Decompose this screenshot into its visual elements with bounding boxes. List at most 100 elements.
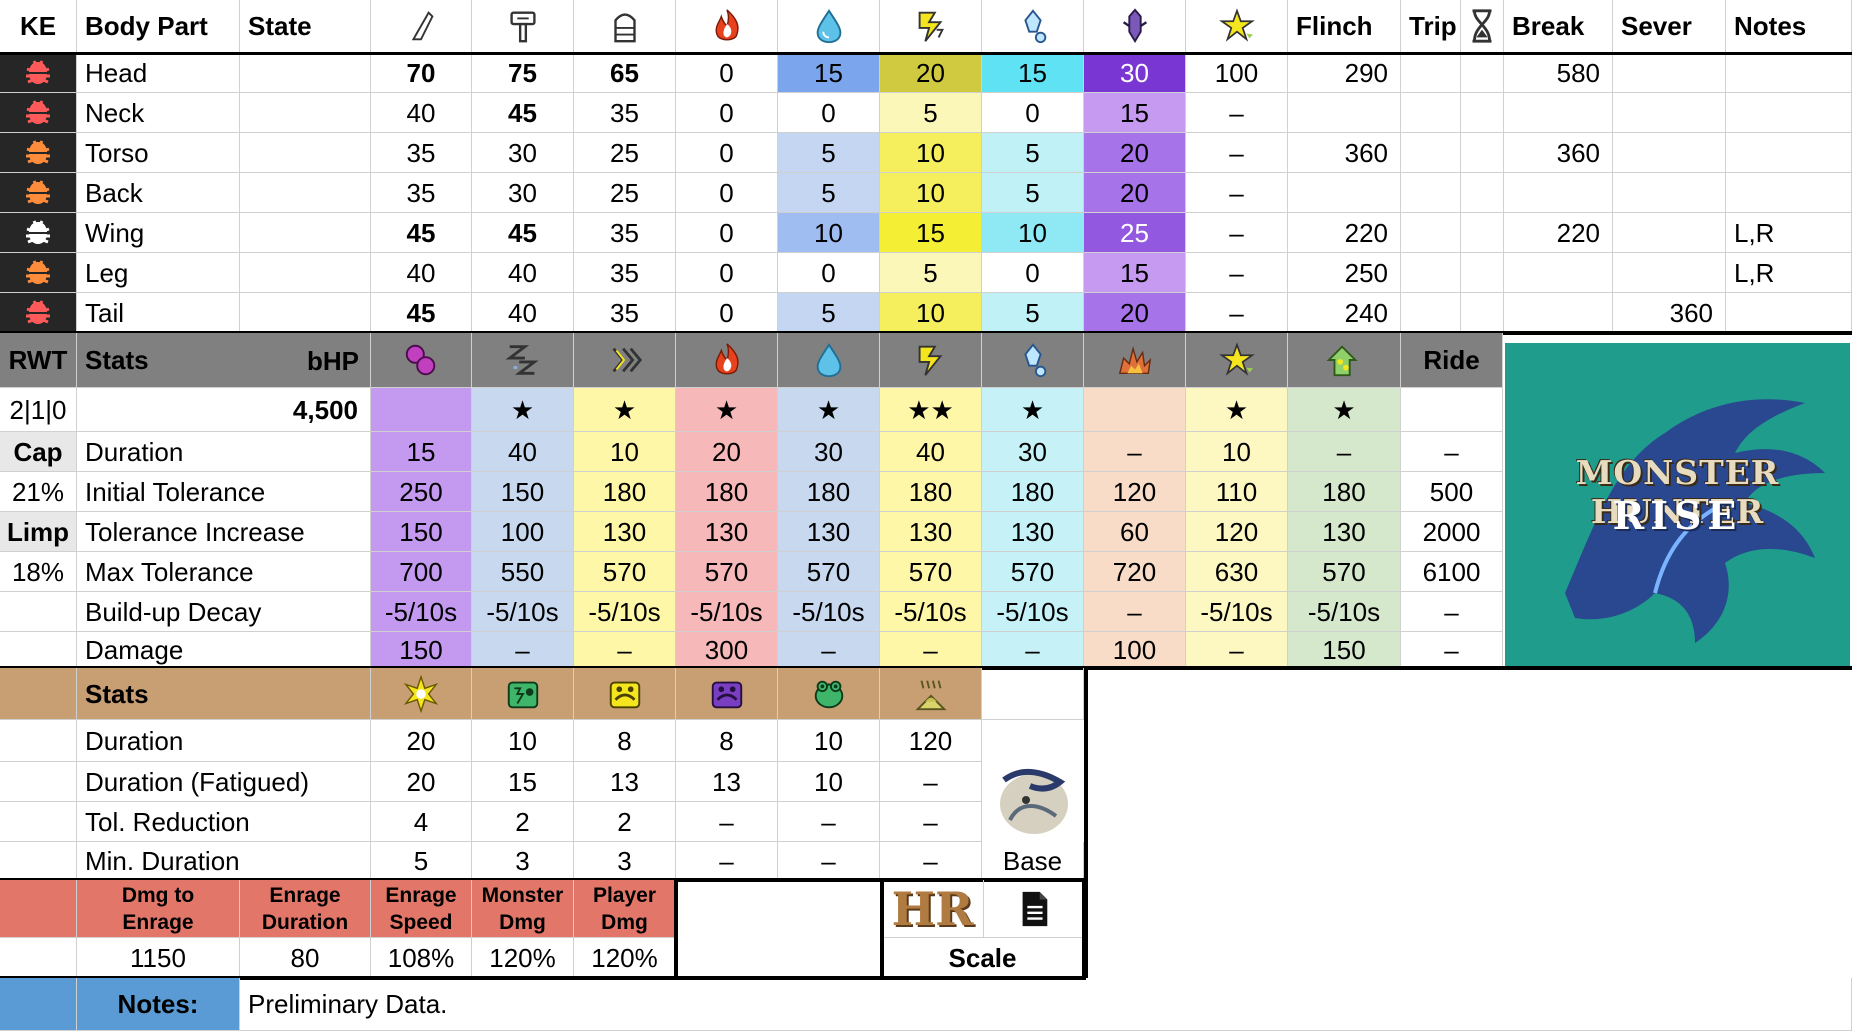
- enrage-value: 120%: [574, 938, 676, 978]
- ailment-value: 130: [880, 512, 982, 552]
- blank-area: [1087, 670, 1852, 978]
- hr-label-cell: HR: [882, 880, 984, 938]
- rwt-value: 2|1|0: [0, 388, 77, 432]
- ailment-value: –: [1186, 632, 1288, 668]
- item-value: –: [778, 842, 880, 880]
- ice-blight-icon: [1023, 343, 1046, 378]
- rwt-value: [0, 592, 77, 632]
- enrage-header-line: Dmg: [601, 910, 648, 934]
- divider: [1082, 880, 1086, 978]
- ailment-value: 180: [982, 472, 1084, 512]
- fire-blight-icon-cell: [676, 333, 778, 388]
- notes-value: [1726, 293, 1852, 333]
- stun-value: –: [1186, 293, 1288, 333]
- trip-value: [1401, 253, 1461, 293]
- blunt-value: 40: [472, 253, 574, 293]
- enrage-header-line: Player: [592, 883, 657, 907]
- water-value: 5: [778, 173, 880, 213]
- water-icon: [816, 9, 841, 44]
- body-part: Back: [77, 173, 240, 213]
- star-rating: [1401, 388, 1503, 432]
- blunt-value: 45: [472, 213, 574, 253]
- water-value: 5: [778, 133, 880, 173]
- shock-trap-icon-cell: [472, 668, 574, 720]
- body-part: Leg: [77, 253, 240, 293]
- flinch-value: 290: [1288, 53, 1401, 93]
- stun-icon-cell: [1186, 333, 1288, 388]
- item-value: 2: [472, 802, 574, 842]
- star-rating: ★: [1186, 388, 1288, 432]
- header-flinch: Flinch: [1288, 0, 1401, 53]
- trip-value: [1401, 53, 1461, 93]
- bhp-value: 4,500: [77, 388, 371, 432]
- ke-cell: [0, 173, 77, 213]
- rwt-value: Cap: [0, 432, 77, 472]
- fire-value: 0: [676, 213, 778, 253]
- hourglass-value: [1461, 133, 1504, 173]
- item-stat-label: Tol. Reduction: [77, 802, 371, 842]
- enrage-header-line: Dmg: [499, 910, 546, 934]
- dragon-value: 15: [1084, 253, 1186, 293]
- enrage-header-line: Duration: [261, 910, 349, 934]
- break-value: 360: [1504, 133, 1613, 173]
- ailment-value: -5/10s: [472, 592, 574, 632]
- stun-icon-cell: [1186, 0, 1288, 53]
- trip-value: [1401, 173, 1461, 213]
- item-value: 3: [574, 842, 676, 880]
- ailment-value: 130: [574, 512, 676, 552]
- state-cell: [240, 213, 371, 253]
- exhaust-icon: [1326, 345, 1358, 377]
- sever-value: [1613, 253, 1726, 293]
- water-value: 0: [778, 93, 880, 133]
- items-stats-header: Stats: [77, 668, 371, 720]
- break-value: [1504, 253, 1613, 293]
- notes-corner: [0, 978, 77, 1031]
- header-part: Body Part: [77, 0, 240, 53]
- sever-value: [1613, 93, 1726, 133]
- stun-value: –: [1186, 253, 1288, 293]
- item-stat-label: Duration: [77, 720, 371, 762]
- bug-icon: [26, 179, 50, 204]
- fire-value: 0: [676, 173, 778, 213]
- ailment-value: –: [982, 632, 1084, 668]
- blunt-value: 75: [472, 53, 574, 93]
- ailment-value: 130: [778, 512, 880, 552]
- item-value: –: [880, 802, 982, 842]
- stat-label: Build-up Decay: [77, 592, 371, 632]
- stun-value: –: [1186, 213, 1288, 253]
- flinch-value: 250: [1288, 253, 1401, 293]
- divider: [0, 51, 1852, 55]
- item-value: 20: [371, 720, 472, 762]
- monster-thumbnail: [990, 760, 1076, 840]
- enrage-blank: [676, 880, 882, 978]
- enrage-header: Dmg to Enrage: [77, 880, 240, 938]
- cut-value: 40: [371, 93, 472, 133]
- hourglass-value: [1461, 173, 1504, 213]
- divider: [880, 880, 884, 978]
- blunt-value: 45: [472, 93, 574, 133]
- trip-value: [1401, 213, 1461, 253]
- enrage-value: 1150: [77, 938, 240, 978]
- ailment-value: –: [574, 632, 676, 668]
- ke-cell: [0, 293, 77, 333]
- sever-value: [1613, 213, 1726, 253]
- cut-value: 70: [371, 53, 472, 93]
- hourglass-value: [1461, 253, 1504, 293]
- ailment-value: -5/10s: [1288, 592, 1401, 632]
- ailment-value: 500: [1401, 472, 1503, 512]
- state-cell: [240, 293, 371, 333]
- stun-value: –: [1186, 93, 1288, 133]
- enrage-header-line: Enrage: [122, 910, 194, 934]
- rwt-value: 18%: [0, 552, 77, 592]
- items-blank: [982, 668, 1084, 720]
- dragon-value: 20: [1084, 293, 1186, 333]
- dragon-icon-cell: [1084, 0, 1186, 53]
- ailment-value: -5/10s: [880, 592, 982, 632]
- enrage-header-line: Speed: [389, 910, 453, 934]
- ke-cell: [0, 213, 77, 253]
- item-value: 2: [574, 802, 676, 842]
- ice-value: 5: [982, 293, 1084, 333]
- bhp-header: bHP: [307, 345, 359, 376]
- flinch-value: 240: [1288, 293, 1401, 333]
- stun-icon: [1218, 8, 1255, 42]
